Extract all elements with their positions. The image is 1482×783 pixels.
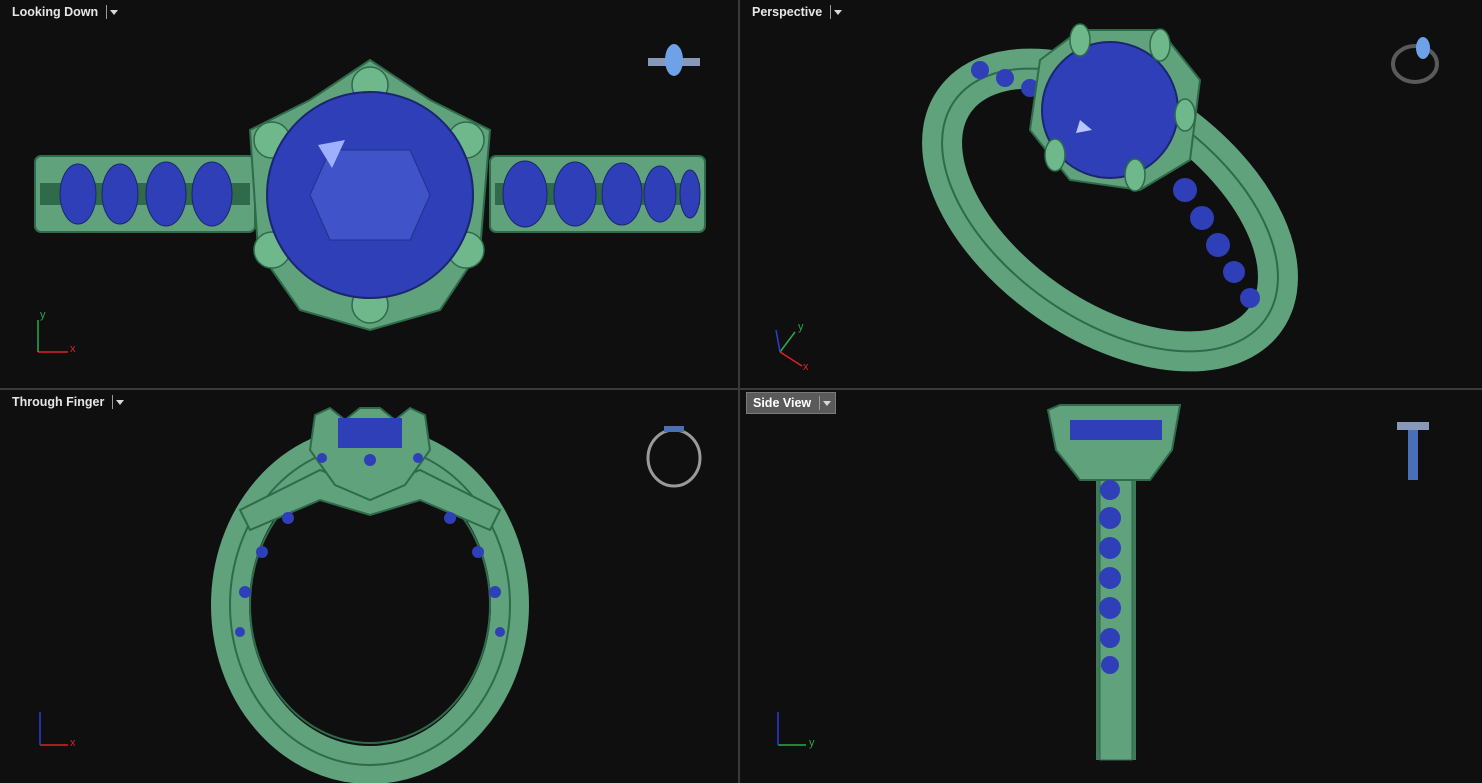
viewport-label: Perspective xyxy=(752,5,823,19)
viewport-tab-side-view[interactable]: Side View xyxy=(746,392,837,414)
svg-text:x: x xyxy=(70,343,76,355)
axis-triad-icon: x y xyxy=(775,321,809,373)
viewport-menu-arrow-icon[interactable] xyxy=(116,399,125,405)
viewport-side-view[interactable]: y Side View xyxy=(740,390,1482,783)
viewport-tab-perspective[interactable]: Perspective xyxy=(746,2,846,22)
viewport-menu-arrow-icon[interactable] xyxy=(110,9,119,15)
viewport-label: Side View xyxy=(753,396,812,410)
ring-thumbnail-icon xyxy=(648,44,700,76)
ring-perspective-view: x y xyxy=(775,23,1439,373)
axis-triad-icon: x y xyxy=(37,309,76,355)
svg-text:y: y xyxy=(809,737,815,749)
axis-triad-icon: y xyxy=(777,712,815,749)
axis-triad-icon: x xyxy=(39,712,76,749)
svg-text:y: y xyxy=(40,309,46,321)
viewport-tab-through-finger[interactable]: Through Finger xyxy=(6,392,128,412)
viewport-label: Looking Down xyxy=(12,5,99,19)
svg-text:y: y xyxy=(798,321,804,333)
svg-text:x: x xyxy=(70,737,76,749)
ring-thumbnail-icon xyxy=(1391,37,1439,84)
viewport-through-finger[interactable]: x Through Finger xyxy=(0,390,738,783)
viewport-perspective[interactable]: x y Perspective xyxy=(740,0,1482,388)
viewport-menu-arrow-icon[interactable] xyxy=(823,400,832,406)
ring-thumbnail-icon xyxy=(646,426,702,488)
ring-top-view: x y xyxy=(34,44,706,355)
viewport-looking-down[interactable]: x y Looking Down xyxy=(0,0,738,388)
viewport-menu-arrow-icon[interactable] xyxy=(834,9,843,15)
svg-text:x: x xyxy=(803,361,809,373)
ring-side-view: y xyxy=(777,404,1429,761)
ring-front-view: x xyxy=(39,406,702,783)
viewport-tab-looking-down[interactable]: Looking Down xyxy=(6,2,122,22)
viewport-label: Through Finger xyxy=(12,395,105,409)
ring-thumbnail-icon xyxy=(1397,422,1429,480)
